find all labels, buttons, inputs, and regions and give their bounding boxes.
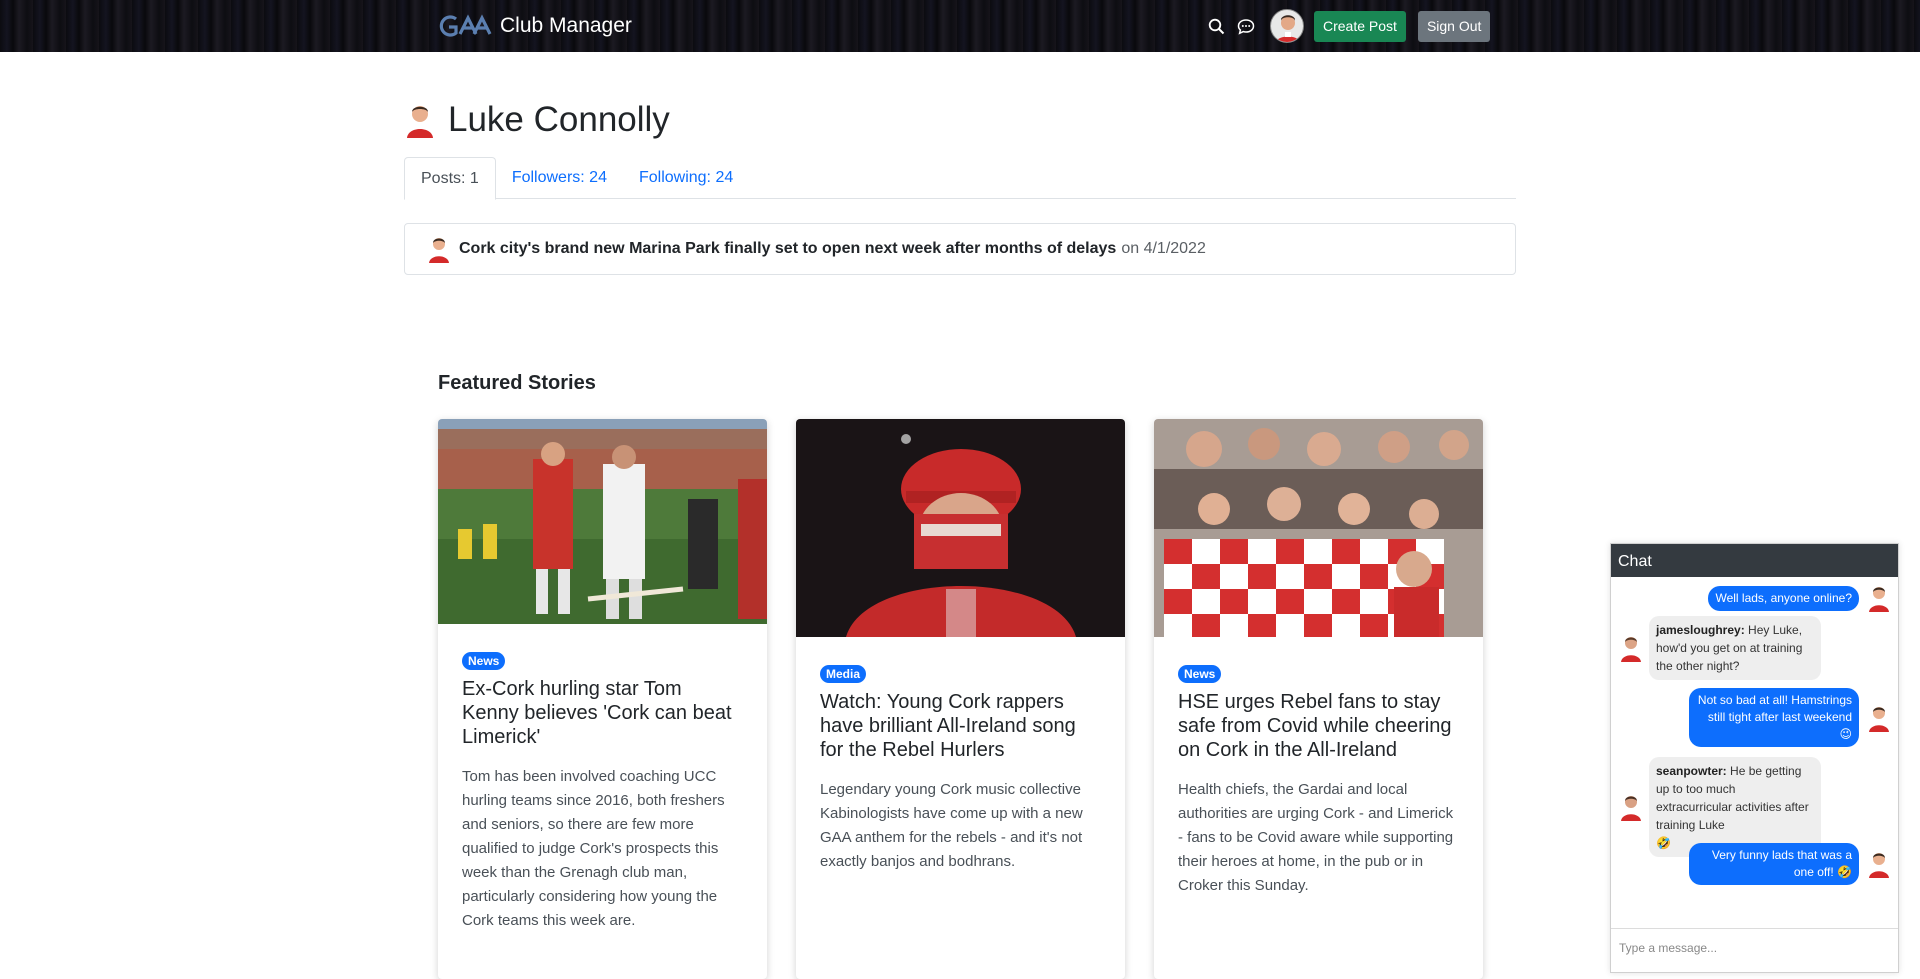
chat-bubble-icon[interactable]: [1234, 14, 1258, 38]
chat-message-incoming: jamesloughrey: Hey Luke, how'd you get o…: [1619, 616, 1821, 680]
message-bubble: Very funny lads that was a one off! 🤣: [1689, 843, 1859, 885]
sender-avatar-icon: [1621, 796, 1641, 821]
emoji-laugh-icon: 🤣: [1837, 865, 1852, 879]
sender-avatar-icon: [1869, 706, 1889, 732]
chat-panel: Chat Well lads, anyone online? jamesloug…: [1610, 543, 1899, 973]
story-image-hurling-match: [438, 419, 767, 624]
story-excerpt: Health chiefs, the Gardai and local auth…: [1178, 781, 1454, 894]
story-card[interactable]: News HSE urges Rebel fans to stay safe f…: [1154, 419, 1483, 979]
message-text: Well lads, anyone online?: [1708, 585, 1859, 611]
user-avatar[interactable]: [1270, 9, 1304, 43]
sender-avatar-icon: [1869, 587, 1889, 612]
message-author: seanpowter:: [1656, 764, 1727, 778]
profile-name: Luke Connolly: [448, 100, 670, 139]
chat-title[interactable]: Chat: [1611, 544, 1898, 577]
search-icon[interactable]: [1204, 14, 1228, 38]
message-text: Very funny lads that was a one off!: [1711, 848, 1852, 879]
story-image-cork-fans: [1154, 419, 1483, 637]
emoji-wink-icon: 😉: [1839, 727, 1852, 741]
tab-posts[interactable]: Posts: 1: [404, 157, 496, 200]
profile-header: Luke Connolly: [404, 100, 670, 140]
featured-stories-heading: Featured Stories: [438, 372, 596, 394]
chat-message-outgoing: Not so bad at all! Hamstrings still tigh…: [1689, 688, 1891, 747]
gaa-logo-icon: [439, 14, 492, 37]
top-navbar: Club Manager Create Post Sign Out: [0, 0, 1920, 52]
story-title[interactable]: Ex-Cork hurling star Tom Kenny believes …: [462, 677, 743, 749]
sender-avatar-icon: [1869, 853, 1889, 878]
tab-followers[interactable]: Followers: 24: [496, 157, 623, 199]
message-author: jamesloughrey:: [1656, 623, 1745, 637]
category-badge: News: [1178, 665, 1222, 683]
story-image-cork-rapper: [796, 419, 1125, 637]
post-list-item[interactable]: Cork city's brand new Marina Park finall…: [404, 223, 1516, 275]
sender-avatar-icon: [1621, 637, 1641, 662]
post-title-link[interactable]: Cork city's brand new Marina Park finall…: [459, 240, 1116, 258]
app-name: Club Manager: [500, 14, 632, 37]
story-excerpt: Tom has been involved coaching UCC hurli…: [462, 768, 725, 929]
profile-tabs: Posts: 1 Followers: 24 Following: 24: [404, 157, 1516, 200]
chat-message-outgoing: Very funny lads that was a one off! 🤣: [1689, 843, 1891, 885]
story-title[interactable]: Watch: Young Cork rappers have brilliant…: [820, 690, 1101, 762]
story-title[interactable]: HSE urges Rebel fans to stay safe from C…: [1178, 690, 1459, 762]
sign-out-button[interactable]: Sign Out: [1417, 10, 1491, 42]
message-bubble: Not so bad at all! Hamstrings still tigh…: [1689, 688, 1859, 747]
emoji-laugh-icon: 🤣: [1656, 836, 1671, 850]
chat-message-incoming: seanpowter: He be getting up to too much…: [1619, 757, 1821, 857]
message-bubble: jamesloughrey: Hey Luke, how'd you get o…: [1649, 616, 1821, 680]
post-date: on 4/1/2022: [1121, 240, 1206, 257]
story-card[interactable]: Media Watch: Young Cork rappers have bri…: [796, 419, 1125, 979]
message-text: Not so bad at all! Hamstrings still tigh…: [1697, 693, 1852, 724]
message-bubble: seanpowter: He be getting up to too much…: [1649, 757, 1821, 857]
story-card[interactable]: News Ex-Cork hurling star Tom Kenny beli…: [438, 419, 767, 979]
chat-message-input[interactable]: Type a message...: [1611, 928, 1898, 972]
chat-message-outgoing: Well lads, anyone online?: [1708, 584, 1891, 612]
create-post-button[interactable]: Create Post: [1314, 10, 1406, 42]
tab-following[interactable]: Following: 24: [623, 157, 749, 199]
category-badge: Media: [820, 665, 867, 683]
nav-actions: Create Post Sign Out: [1204, 9, 1491, 43]
post-author-avatar-icon: [429, 238, 449, 263]
story-excerpt: Legendary young Cork music collective Ka…: [820, 781, 1083, 870]
profile-avatar-icon: [407, 106, 433, 138]
category-badge: News: [462, 652, 506, 670]
brand[interactable]: Club Manager: [436, 0, 632, 52]
